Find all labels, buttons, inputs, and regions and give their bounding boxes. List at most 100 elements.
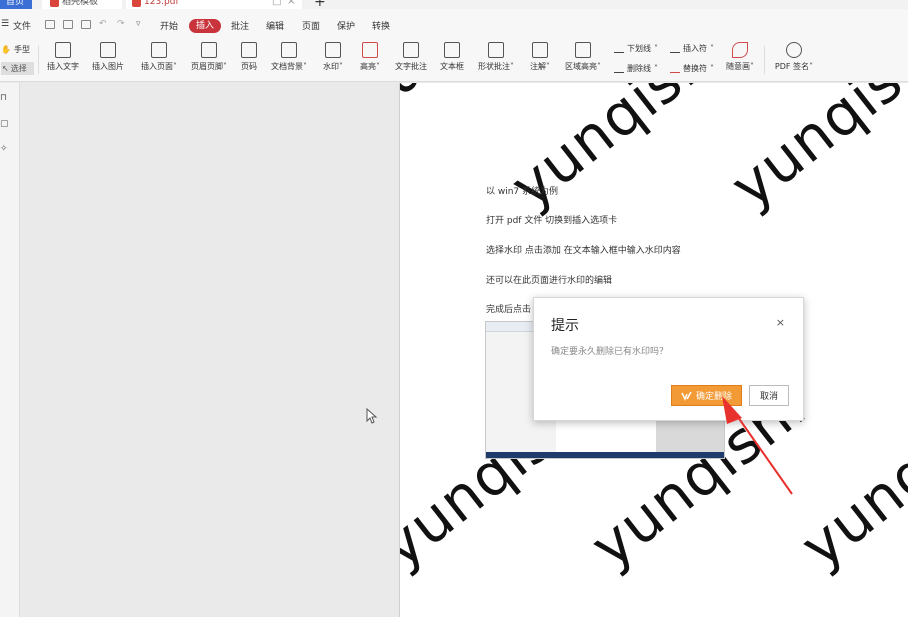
new-tab-button[interactable]: + <box>314 0 326 9</box>
watermark-text: yunqishi <box>788 372 908 581</box>
ribbon-toolbar: ✋ 手型 ↖ 选择 插入文字 插入图片 插入页面˅ 页眉页脚˅ 页码 文档背景˅… <box>0 40 908 82</box>
doc-line: 选择水印 点击添加 在文本输入框中输入水印内容 <box>486 246 681 256</box>
menu-start[interactable]: 开始 <box>160 19 178 32</box>
text-box-label: 文本框 <box>440 62 464 71</box>
watermark-button[interactable]: 水印˅ <box>320 40 346 72</box>
menu-hamburger-icon[interactable]: ☰ <box>1 19 9 29</box>
quick-access-dropdown-icon[interactable]: ▿ <box>136 19 141 29</box>
text-box-button[interactable]: 文本框 <box>438 40 466 72</box>
text-comment-label: 文字批注 <box>395 62 427 71</box>
menu-convert[interactable]: 转换 <box>372 19 390 32</box>
left-side-strip: ⊓ ▢ ✧ <box>0 83 20 617</box>
highlight-button[interactable]: 高亮˅ <box>357 40 383 72</box>
header-footer-label: 页眉页脚˅ <box>191 62 227 71</box>
pen-icon <box>732 42 748 58</box>
menu-edit[interactable]: 编辑 <box>266 19 284 32</box>
docer-icon <box>50 0 59 7</box>
header-footer-icon <box>201 42 217 58</box>
underline-icon <box>614 44 624 53</box>
tab-bar: 首页 稻壳模板 123.pdf □ × + <box>0 0 908 9</box>
pin-icon[interactable]: □ <box>272 0 281 7</box>
menu-insert[interactable]: 插入 <box>189 19 221 33</box>
underline-label: 下划线 <box>627 44 651 53</box>
header-footer-button[interactable]: 页眉页脚˅ <box>188 40 230 72</box>
select-tool[interactable]: ↖ 选择 <box>1 62 34 75</box>
insert-page-label: 插入页面˅ <box>141 62 177 71</box>
doc-line: 打开 pdf 文件 切换到插入选项卡 <box>486 216 618 226</box>
undo-icon[interactable]: ↶ <box>99 19 107 29</box>
page-number-label: 页码 <box>241 62 257 71</box>
hand-icon: ✋ <box>1 45 11 54</box>
close-icon[interactable]: × <box>776 316 785 329</box>
bookmark-icon[interactable]: ⊓ <box>0 93 10 103</box>
freehand-label: 随意画˅ <box>726 62 754 71</box>
insert-mark-button[interactable]: 插入符 ˅ <box>670 43 714 54</box>
insert-text-label: 插入文字 <box>47 62 79 71</box>
insert-text-button[interactable]: 插入文字 <box>45 40 81 72</box>
thumbnail-icon[interactable]: ▢ <box>0 119 10 129</box>
confirm-delete-label: 确定删除 <box>695 392 732 402</box>
strikethrough-button[interactable]: 删除线 ˅ <box>614 63 658 74</box>
delete-brush-icon <box>681 391 692 401</box>
insert-mark-label: 插入符 <box>683 44 707 53</box>
annotation-button[interactable]: 注解˅ <box>527 40 553 72</box>
pdf-icon <box>132 0 141 7</box>
tab-template[interactable]: 稻壳模板 <box>42 0 122 9</box>
insert-mark-icon <box>670 44 680 53</box>
save-icon[interactable] <box>63 20 73 29</box>
document-canvas-area <box>20 83 400 617</box>
tab-pdf-label: 123.pdf <box>144 0 179 7</box>
menu-bar: ☰ 文件 ↶ ↷ ▿ 开始 插入 批注 编辑 页面 保护 转换 <box>0 9 908 40</box>
cancel-button[interactable]: 取消 <box>749 385 789 406</box>
watermark-label: 水印˅ <box>323 62 343 71</box>
doc-background-button[interactable]: 文档背景˅ <box>268 40 310 72</box>
insert-image-button[interactable]: 插入图片 <box>90 40 126 72</box>
menu-protect[interactable]: 保护 <box>337 19 355 32</box>
replace-mark-button[interactable]: 替换符 ˅ <box>670 63 714 74</box>
close-tab-icon[interactable]: × <box>287 0 295 7</box>
shape-comment-icon <box>488 42 504 58</box>
print-icon[interactable] <box>81 20 91 29</box>
open-icon[interactable] <box>45 20 55 29</box>
mouse-cursor-icon <box>366 408 378 424</box>
replace-mark-icon <box>670 64 680 73</box>
underline-button[interactable]: 下划线 ˅ <box>614 43 658 54</box>
tab-home-label: 首页 <box>6 0 25 7</box>
text-box-icon <box>444 42 460 58</box>
shape-comment-button[interactable]: 形状批注˅ <box>474 40 518 72</box>
shape-comment-label: 形状批注˅ <box>478 62 514 71</box>
doc-line: 还可以在此页面进行水印的编辑 <box>486 276 613 286</box>
menu-comment[interactable]: 批注 <box>231 19 249 32</box>
doc-background-icon <box>281 42 297 58</box>
replace-mark-label: 替换符 <box>683 64 707 73</box>
dialog-message: 确定要永久删除已有水印吗？ <box>551 347 669 357</box>
strikethrough-label: 删除线 <box>627 64 651 73</box>
menu-file[interactable]: 文件 <box>13 19 31 32</box>
pdf-sign-label: PDF 签名˅ <box>774 62 814 71</box>
highlight-icon <box>362 42 378 58</box>
insert-page-button[interactable]: 插入页面˅ <box>138 40 180 72</box>
strikethrough-icon <box>614 64 624 73</box>
insert-image-icon <box>100 42 116 58</box>
doc-background-label: 文档背景˅ <box>271 62 307 71</box>
doc-line: 以 win7 系统为例 <box>486 187 559 197</box>
annotation-list-icon[interactable]: ✧ <box>0 144 10 154</box>
watermark-icon <box>325 42 341 58</box>
hand-tool[interactable]: ✋ 手型 <box>1 44 30 55</box>
select-label: 选择 <box>10 64 27 73</box>
page-number-button[interactable]: 页码 <box>239 40 259 72</box>
tab-home[interactable]: 首页 <box>0 0 32 9</box>
text-comment-icon <box>403 42 419 58</box>
page-number-icon <box>241 42 257 58</box>
annotation-label: 注解˅ <box>530 62 550 71</box>
pdf-sign-button[interactable]: PDF 签名˅ <box>772 40 816 72</box>
tab-template-label: 稻壳模板 <box>62 0 99 7</box>
area-highlight-button[interactable]: 区域高亮˅ <box>562 40 604 72</box>
redo-icon[interactable]: ↷ <box>117 19 125 29</box>
menu-page[interactable]: 页面 <box>302 19 320 32</box>
text-comment-button[interactable]: 文字批注 <box>393 40 429 72</box>
confirm-delete-button[interactable]: 确定删除 <box>671 385 742 406</box>
signature-icon <box>786 42 802 58</box>
freehand-button[interactable]: 随意画˅ <box>722 40 758 72</box>
area-highlight-icon <box>575 42 591 58</box>
